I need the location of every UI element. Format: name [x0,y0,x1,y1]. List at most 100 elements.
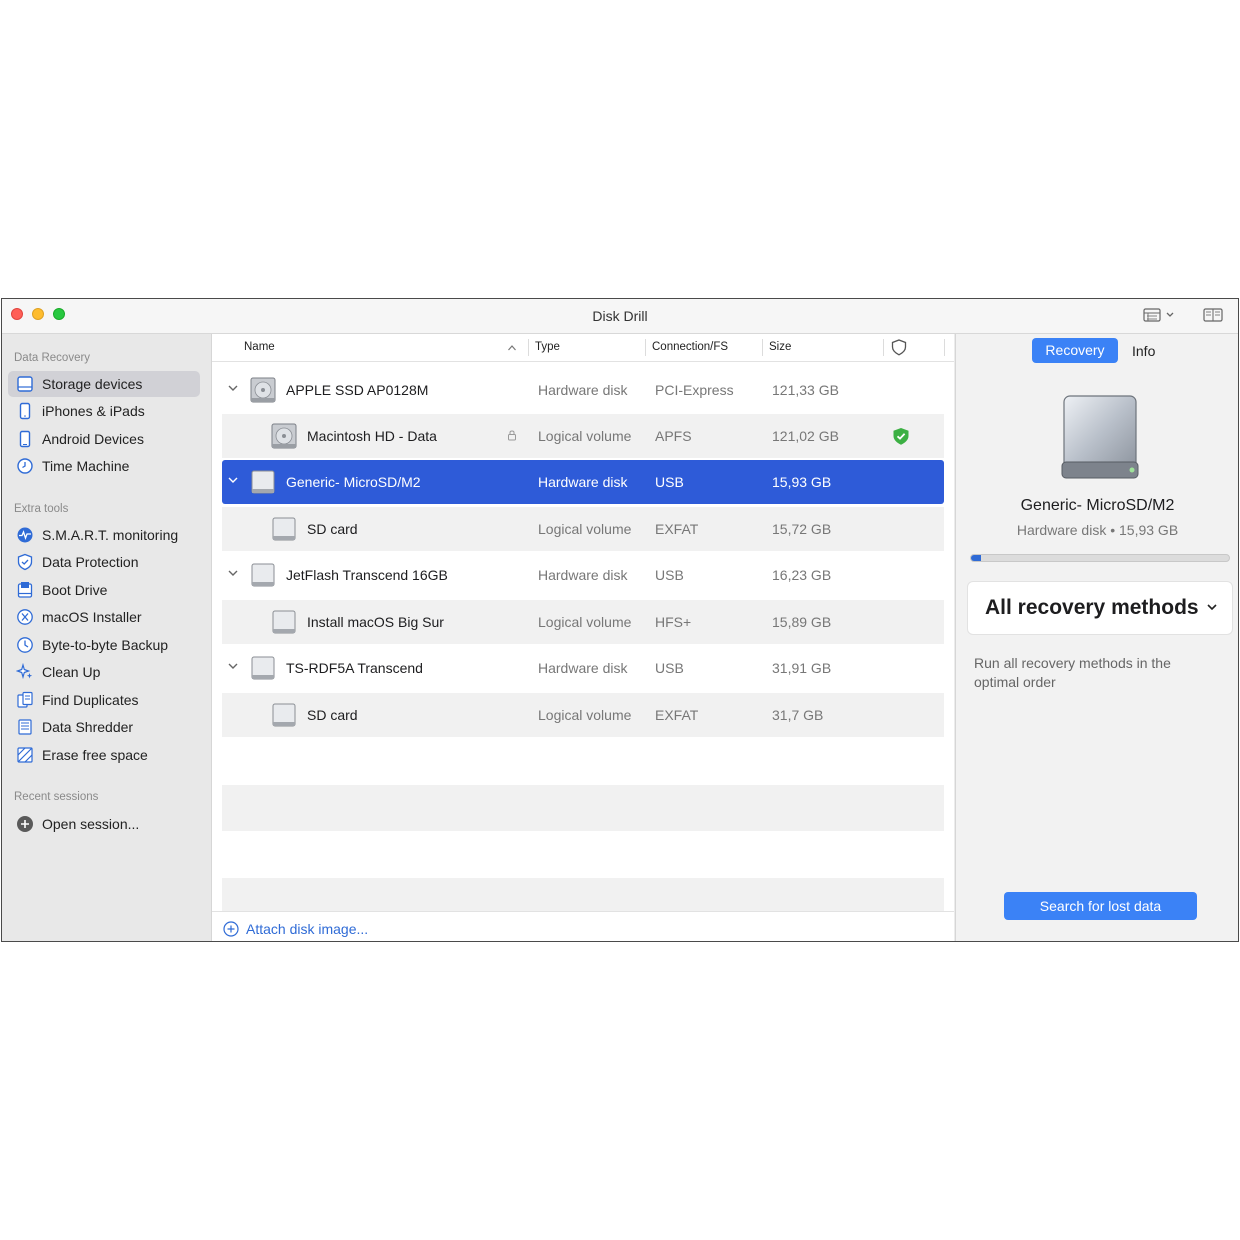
disk-name: SD card [307,707,358,723]
smart-monitor-icon [17,527,33,543]
sidebar-toggle-icon[interactable] [1203,307,1223,323]
sidebar-item-data-protection[interactable]: Data Protection [8,549,200,575]
chevron-down-icon[interactable] [226,473,240,487]
table-row[interactable]: SD card Logical volume EXFAT 15,72 GB [222,507,944,551]
table-row[interactable]: Macintosh HD - Data Logical volume APFS … [222,414,944,458]
table-row[interactable]: SD card Logical volume EXFAT 31,7 GB [222,693,944,737]
sidebar-item-find-duplicates[interactable]: Find Duplicates [8,687,200,713]
disk-name: JetFlash Transcend 16GB [286,567,448,583]
column-separator [762,339,763,356]
column-separator [944,339,945,356]
android-icon [19,430,31,448]
external-disk-icon [251,563,275,587]
sort-ascending-icon[interactable] [507,344,517,352]
shield-icon [17,553,33,571]
tab-info[interactable]: Info [1132,343,1155,359]
sidebar-item-clean-up[interactable]: Clean Up [8,659,200,685]
sidebar-item-label: Byte-to-byte Backup [42,637,169,653]
sidebar-item-label: Open session... [42,816,140,832]
lock-icon [508,430,516,441]
disk-name: SD card [307,521,358,537]
chevron-down-icon[interactable] [226,381,240,395]
table-row[interactable]: TS-RDF5A Transcend Hardware disk USB 31,… [222,646,944,690]
disk-name: Macintosh HD - Data [307,428,437,444]
sparkle-icon [16,663,33,680]
search-for-lost-data-button[interactable]: Search for lost data [1004,892,1197,920]
sidebar-item-android-devices[interactable]: Android Devices [8,426,200,452]
disk-connection: PCI-Express [655,382,734,398]
disk-connection: APFS [655,428,692,444]
column-header-size[interactable]: Size [769,341,791,353]
disk-size: 31,91 GB [772,660,832,676]
plus-circle-icon [223,921,239,937]
sidebar-item-label: Storage devices [42,376,143,392]
sidebar-item-label: macOS Installer [42,609,142,625]
column-separator [528,339,529,356]
external-disk-icon [272,610,296,634]
recovery-method-dropdown[interactable]: All recovery methods [967,581,1233,635]
disk-size: 31,7 GB [772,707,824,723]
table-row-selected[interactable]: Generic- MicroSD/M2 Hardware disk USB 15… [222,460,944,504]
hard-disk-icon [271,423,297,449]
column-separator [645,339,646,356]
disk-type: Logical volume [538,428,632,444]
disk-name: TS-RDF5A Transcend [286,660,423,676]
sidebar-item-iphones-ipads[interactable]: iPhones & iPads [8,398,200,424]
sidebar: Data Recovery Storage devices iPhones & … [2,334,212,941]
empty-row [222,785,944,831]
attach-disk-image-link[interactable]: Attach disk image... [212,911,954,941]
sidebar-item-smart-monitoring[interactable]: S.M.A.R.T. monitoring [8,522,200,548]
backup-icon [17,637,33,653]
column-header-name[interactable]: Name [244,341,275,353]
tab-recovery[interactable]: Recovery [1032,338,1118,363]
empty-row [222,878,944,911]
chevron-down-icon[interactable] [226,659,240,673]
hard-disk-icon [250,377,276,403]
sidebar-item-macos-installer[interactable]: macOS Installer [8,604,200,630]
view-mode-icon[interactable] [1143,307,1177,323]
disk-type: Hardware disk [538,474,628,490]
table-row[interactable]: APPLE SSD AP0128M Hardware disk PCI-Expr… [222,368,944,412]
window-title: Disk Drill [592,308,648,324]
sidebar-item-storage-devices[interactable]: Storage devices [8,371,200,397]
selected-device-name: Generic- MicroSD/M2 [1020,497,1175,514]
disk-size: 121,33 GB [772,382,839,398]
disk-connection: HFS+ [655,614,692,630]
external-disk-icon [272,517,296,541]
sidebar-item-open-session[interactable]: Open session... [8,811,200,837]
recovery-method-description: Run all recovery methods in the optimal … [974,655,1171,690]
erase-icon [17,747,33,763]
protection-column-shield-icon[interactable] [891,339,907,356]
plus-circle-icon [17,816,33,832]
table-header: Name Type Connection/FS Size [212,334,954,362]
disk-usage-bar [970,554,1230,562]
details-panel: Recovery Info Generic- MicroSD/M2 Hardwa… [955,334,1238,941]
disk-type: Logical volume [538,521,632,537]
protected-shield-icon [893,428,909,445]
sidebar-item-label: iPhones & iPads [42,403,145,419]
external-disk-icon [251,470,275,494]
sidebar-item-label: Erase free space [42,747,148,763]
attach-disk-image-label: Attach disk image... [246,921,369,937]
external-disk-icon [272,703,296,727]
chevron-down-icon[interactable] [226,566,240,580]
sidebar-item-time-machine[interactable]: Time Machine [8,453,200,479]
sidebar-item-erase-free-space[interactable]: Erase free space [8,742,200,768]
column-header-connection[interactable]: Connection/FS [652,341,728,353]
sidebar-item-boot-drive[interactable]: Boot Drive [8,577,200,603]
selected-device-details: Hardware disk • 15,93 GB [1016,522,1179,538]
disk-type: Logical volume [538,614,632,630]
device-disk-icon [1061,395,1139,479]
disk-connection: EXFAT [655,521,699,537]
disk-connection: USB [655,567,684,583]
sidebar-item-byte-backup[interactable]: Byte-to-byte Backup [8,632,200,658]
column-header-type[interactable]: Type [535,341,560,353]
disk-name: APPLE SSD AP0128M [286,382,429,398]
table-row[interactable]: JetFlash Transcend 16GB Hardware disk US… [222,553,944,597]
sidebar-item-label: Data Protection [42,554,139,570]
sidebar-item-data-shredder[interactable]: Data Shredder [8,714,200,740]
column-separator [883,339,884,356]
disk-size: 15,89 GB [772,614,832,630]
table-row[interactable]: Install macOS Big Sur Logical volume HFS… [222,600,944,644]
shredder-icon [18,719,32,735]
